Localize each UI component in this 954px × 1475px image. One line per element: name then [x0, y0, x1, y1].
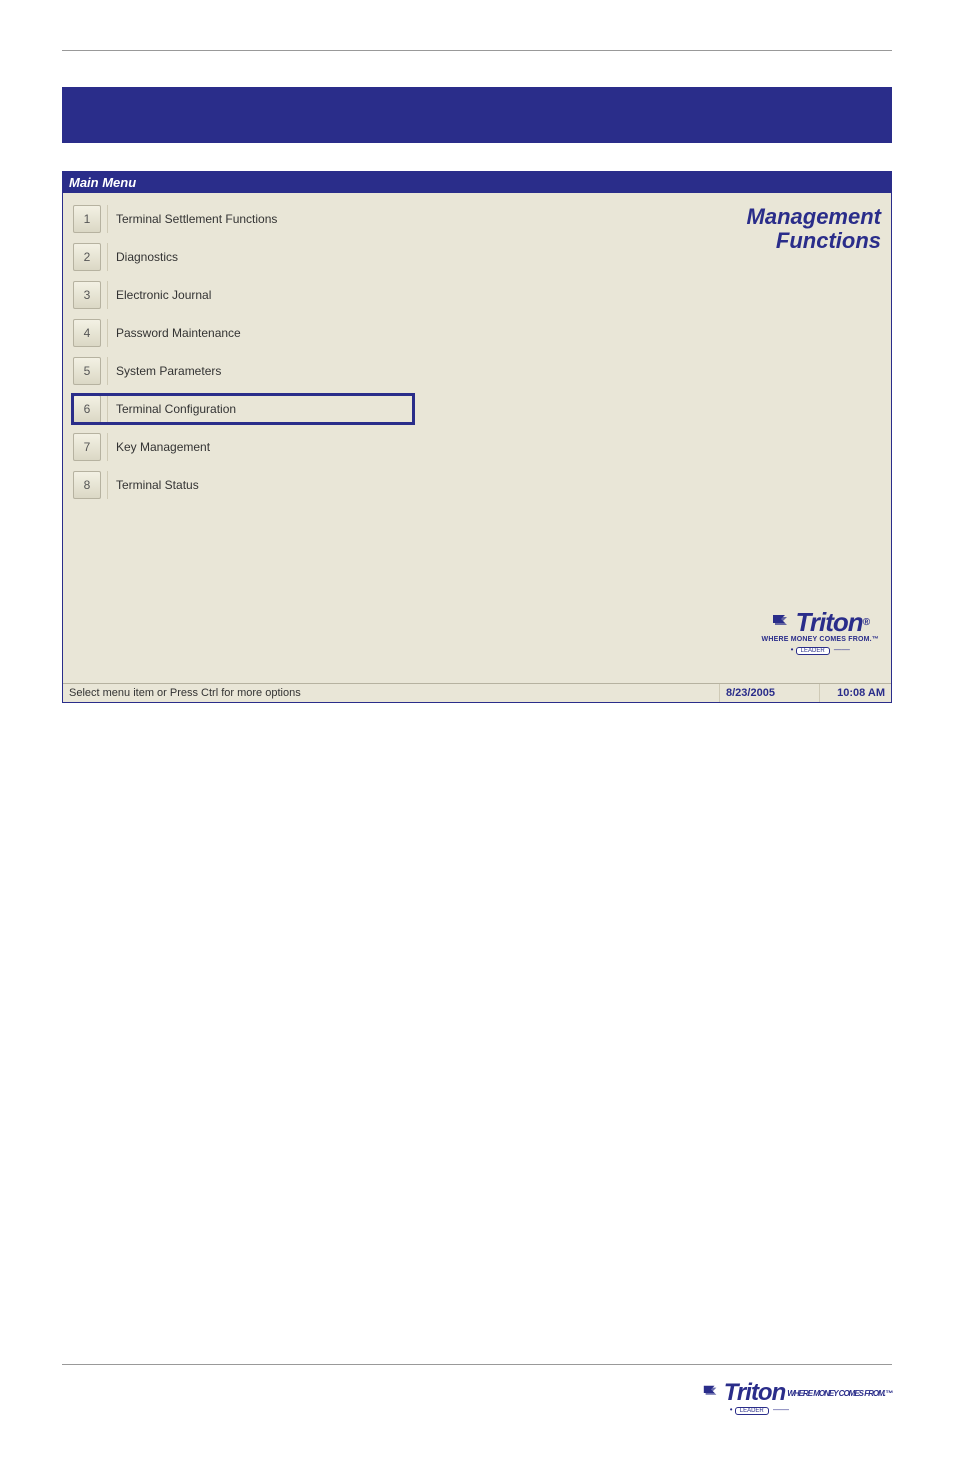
- menu-label-5: System Parameters: [107, 357, 413, 385]
- menu-num-button-3[interactable]: 3: [73, 281, 101, 309]
- management-title-line1: Management: [633, 205, 881, 229]
- menu-label-4: Password Maintenance: [107, 319, 413, 347]
- banner-bar: [62, 87, 892, 143]
- management-title-line2: Functions: [633, 229, 881, 253]
- menu-item-8[interactable]: 8 Terminal Status: [73, 471, 413, 499]
- window-titlebar: Main Menu: [63, 172, 891, 193]
- brand-name: Triton®: [771, 607, 869, 638]
- brand-subline: • LEADER ——: [762, 645, 879, 655]
- menu-num-button-7[interactable]: 7: [73, 433, 101, 461]
- window-title: Main Menu: [69, 175, 136, 190]
- right-column: Management Functions Triton® WHERE MO: [623, 193, 891, 683]
- menu-item-4[interactable]: 4 Password Maintenance: [73, 319, 413, 347]
- footer-brand-name: TritonWHERE MONEY COMES FROM.™: [702, 1379, 892, 1407]
- menu-item-5[interactable]: 5 System Parameters: [73, 357, 413, 385]
- menu-label-2: Diagnostics: [107, 243, 413, 271]
- brand-flag-icon: [771, 613, 791, 633]
- menu-column: 1 Terminal Settlement Functions 2 Diagno…: [63, 193, 623, 683]
- menu-num-button-8[interactable]: 8: [73, 471, 101, 499]
- menu-label-1: Terminal Settlement Functions: [107, 205, 413, 233]
- status-date: 8/23/2005: [719, 684, 819, 702]
- menu-label-8: Terminal Status: [107, 471, 413, 499]
- menu-item-7[interactable]: 7 Key Management: [73, 433, 413, 461]
- footer-brand: TritonWHERE MONEY COMES FROM.™ • LEADER …: [702, 1379, 892, 1415]
- app-window: Main Menu 1 Terminal Settlement Function…: [62, 171, 892, 703]
- menu-item-1[interactable]: 1 Terminal Settlement Functions: [73, 205, 413, 233]
- menu-label-3: Electronic Journal: [107, 281, 413, 309]
- brand-logo: Triton® WHERE MONEY COMES FROM.™ • LEADE…: [762, 607, 879, 655]
- status-time: 10:08 AM: [819, 684, 891, 702]
- top-rule: [62, 50, 892, 51]
- app-body: 1 Terminal Settlement Functions 2 Diagno…: [63, 193, 891, 683]
- menu-item-6[interactable]: 6 Terminal Configuration: [73, 395, 413, 423]
- menu-num-button-2[interactable]: 2: [73, 243, 101, 271]
- menu-num-button-6[interactable]: 6: [73, 395, 101, 423]
- management-title: Management Functions: [633, 205, 881, 253]
- status-hint: Select menu item or Press Ctrl for more …: [63, 684, 719, 702]
- menu-num-button-4[interactable]: 4: [73, 319, 101, 347]
- brand-tagline: WHERE MONEY COMES FROM.™: [762, 636, 879, 643]
- status-bar: Select menu item or Press Ctrl for more …: [63, 683, 891, 702]
- menu-num-button-1[interactable]: 1: [73, 205, 101, 233]
- menu-label-6: Terminal Configuration: [107, 395, 413, 423]
- menu-item-2[interactable]: 2 Diagnostics: [73, 243, 413, 271]
- footer-brand-flag-icon: [702, 1384, 720, 1402]
- bottom-rule: [62, 1364, 892, 1365]
- menu-num-button-5[interactable]: 5: [73, 357, 101, 385]
- menu-label-7: Key Management: [107, 433, 413, 461]
- menu-item-3[interactable]: 3 Electronic Journal: [73, 281, 413, 309]
